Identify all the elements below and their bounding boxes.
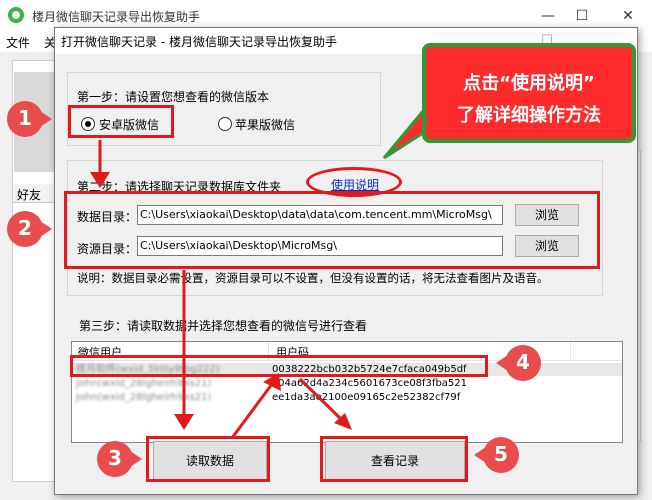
badge-number: 1 [18,106,32,130]
step-badge-5: 5 [474,432,520,478]
badge-number: 5 [494,442,508,466]
step-badge-2: 2 [6,206,52,252]
arrow-read-to-row [230,383,274,439]
step-badge-1: 1 [6,96,52,142]
help-callout: 点击“使用说明” 了解详细操作方法 [422,43,636,143]
callout-line2: 了解详细操作方法 [457,105,601,126]
badge-number: 4 [516,350,530,374]
arrow-row-to-view [298,377,346,424]
badge-number: 3 [108,446,122,470]
callout-line1: 点击“使用说明” [463,73,595,94]
step-badge-4: 4 [496,340,542,386]
step-badge-3: 3 [96,436,142,482]
badge-number: 2 [18,216,32,240]
